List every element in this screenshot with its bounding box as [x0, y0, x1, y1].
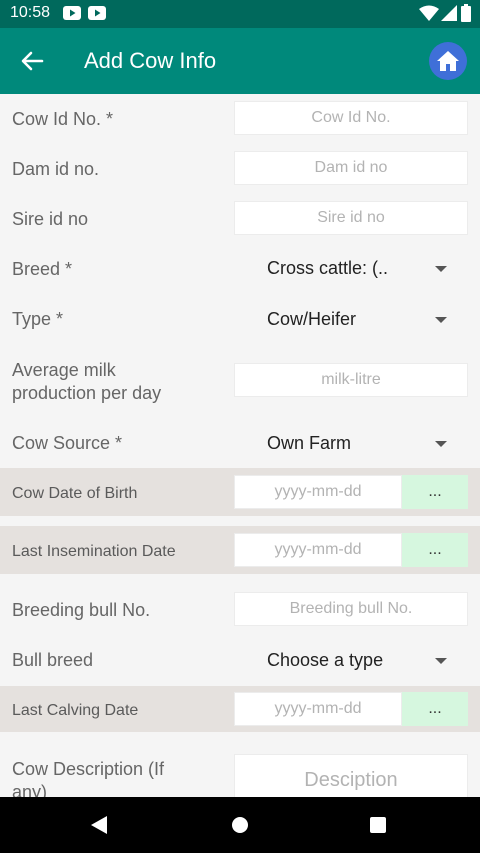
breeding-bull-label: Breeding bull No.: [12, 600, 151, 620]
dob-input[interactable]: yyyy-mm-dd: [234, 475, 402, 509]
battery-icon: [461, 4, 471, 22]
breed-select-value: Cross cattle: (..: [267, 258, 389, 278]
home-button[interactable]: [429, 42, 467, 80]
calving-picker-button[interactable]: ...: [402, 692, 468, 726]
nav-recents-icon[interactable]: [369, 816, 387, 834]
dam-id-input[interactable]: Dam id no: [234, 151, 468, 185]
dropdown-arrow-icon: [435, 658, 447, 664]
signal-icon: [441, 5, 457, 21]
calving-row: Last Calving Date yyyy-mm-dd ...: [0, 686, 480, 732]
dob-row: Cow Date of Birth yyyy-mm-dd ...: [0, 468, 480, 516]
wifi-icon: [419, 5, 439, 21]
bull-breed-label: Bull breed: [12, 650, 94, 670]
nav-home-icon[interactable]: [230, 815, 250, 835]
cow-source-select[interactable]: Own Farm: [267, 429, 457, 459]
breed-select[interactable]: Cross cattle: (..: [267, 254, 457, 284]
milk-input[interactable]: milk-litre: [234, 363, 468, 397]
milk-row: Average milk production per day milk-lit…: [0, 344, 480, 418]
dob-picker-button[interactable]: ...: [402, 475, 468, 509]
back-button[interactable]: [16, 45, 48, 77]
dam-id-label: Dam id no.: [12, 159, 100, 179]
insemination-label: Last Insemination Date: [12, 543, 176, 560]
cow-source-row: Cow Source * Own Farm: [0, 418, 480, 468]
calving-label: Last Calving Date: [12, 702, 139, 719]
dropdown-arrow-icon: [435, 317, 447, 323]
cow-id-label: Cow Id No. *: [12, 109, 114, 129]
type-select-value: Cow/Heifer: [267, 309, 357, 329]
page-title: Add Cow Info: [84, 48, 217, 73]
sire-id-label: Sire id no: [12, 209, 89, 229]
insemination-picker-button[interactable]: ...: [402, 533, 468, 567]
description-row: Cow Description (If any) Desciption: [0, 742, 480, 797]
breeding-bull-row: Breeding bull No. Breeding bull No.: [0, 584, 480, 636]
bull-breed-row: Bull breed Choose a type: [0, 636, 480, 686]
type-select[interactable]: Cow/Heifer: [267, 305, 457, 335]
description-label: Cow Description (If any): [12, 759, 165, 797]
cow-source-select-value: Own Farm: [267, 433, 352, 453]
status-time: 10:58: [10, 4, 51, 21]
breeding-bull-input[interactable]: Breeding bull No.: [234, 592, 468, 626]
nav-back-icon[interactable]: [89, 815, 109, 835]
dam-id-row: Dam id no. Dam id no: [0, 144, 480, 194]
type-row: Type * Cow/Heifer: [0, 294, 480, 344]
sire-id-row: Sire id no Sire id no: [0, 194, 480, 244]
home-icon: [437, 51, 459, 71]
bull-breed-select-value: Choose a type: [267, 650, 384, 670]
cow-id-row: Cow Id No. * Cow Id No.: [0, 94, 480, 144]
milk-label: Average milk production per day: [12, 360, 162, 403]
breed-row: Breed * Cross cattle: (..: [0, 244, 480, 294]
cow-source-label: Cow Source *: [12, 433, 123, 453]
status-bar: 10:58: [0, 0, 480, 28]
breed-label: Breed *: [12, 259, 73, 279]
insemination-input[interactable]: yyyy-mm-dd: [234, 533, 402, 567]
cow-id-input[interactable]: Cow Id No.: [234, 101, 468, 135]
type-label: Type *: [12, 309, 64, 329]
sire-id-input[interactable]: Sire id no: [234, 201, 468, 235]
bull-breed-select[interactable]: Choose a type: [267, 646, 457, 676]
insemination-row: Last Insemination Date yyyy-mm-dd ...: [0, 526, 480, 574]
cow-info-form: Cow Id No. * Cow Id No. Dam id no. Dam i…: [0, 94, 480, 797]
dob-label: Cow Date of Birth: [12, 485, 138, 502]
dropdown-arrow-icon: [435, 441, 447, 447]
dropdown-arrow-icon: [435, 266, 447, 272]
arrow-back-icon: [21, 51, 44, 71]
navigation-bar: [0, 797, 480, 853]
description-input[interactable]: Desciption: [234, 754, 468, 797]
youtube-notification-icon: [63, 6, 81, 20]
youtube-notification-icon-2: [88, 6, 106, 20]
app-bar: Add Cow Info: [0, 28, 480, 94]
calving-input[interactable]: yyyy-mm-dd: [234, 692, 402, 726]
